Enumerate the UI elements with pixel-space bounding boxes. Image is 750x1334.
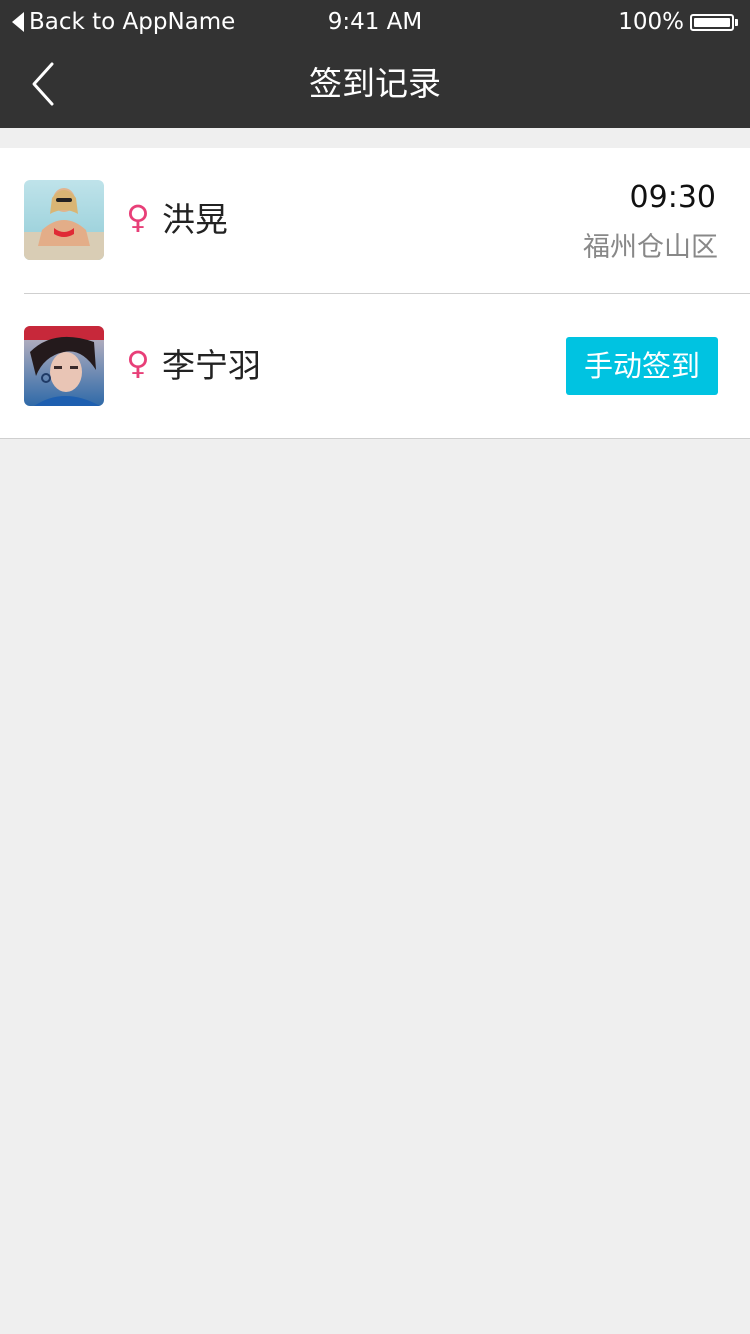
avatar-photo [24,180,104,260]
battery-percent: 100% [618,9,684,35]
avatar-photo [24,326,104,406]
page-title: 签到记录 [309,64,441,103]
member-name: 洪晃 [162,200,228,239]
checkin-record-list: ♀ 洪晃 09:30 福州仓山区 ♀ 李宁羽 手动签到 [0,148,750,439]
battery-icon [690,13,734,31]
battery-status: 100% [618,8,738,36]
female-icon: ♀ [126,198,150,236]
manual-checkin-button[interactable]: 手动签到 [566,337,718,395]
checkin-location: 福州仓山区 [583,232,718,263]
list-item[interactable]: ♀ 李宁羽 手动签到 [24,293,750,438]
status-bar: Back to AppName 9:41 AM 100% [0,0,750,44]
list-item[interactable]: ♀ 洪晃 09:30 福州仓山区 [0,148,750,293]
checkin-time: 09:30 [629,180,716,215]
avatar[interactable] [24,180,104,260]
avatar[interactable] [24,326,104,406]
female-icon: ♀ [126,344,150,382]
battery-cap [735,18,738,26]
member-name: 李宁羽 [162,346,261,385]
header: Back to AppName 9:41 AM 100% 签到记录 [0,0,750,128]
